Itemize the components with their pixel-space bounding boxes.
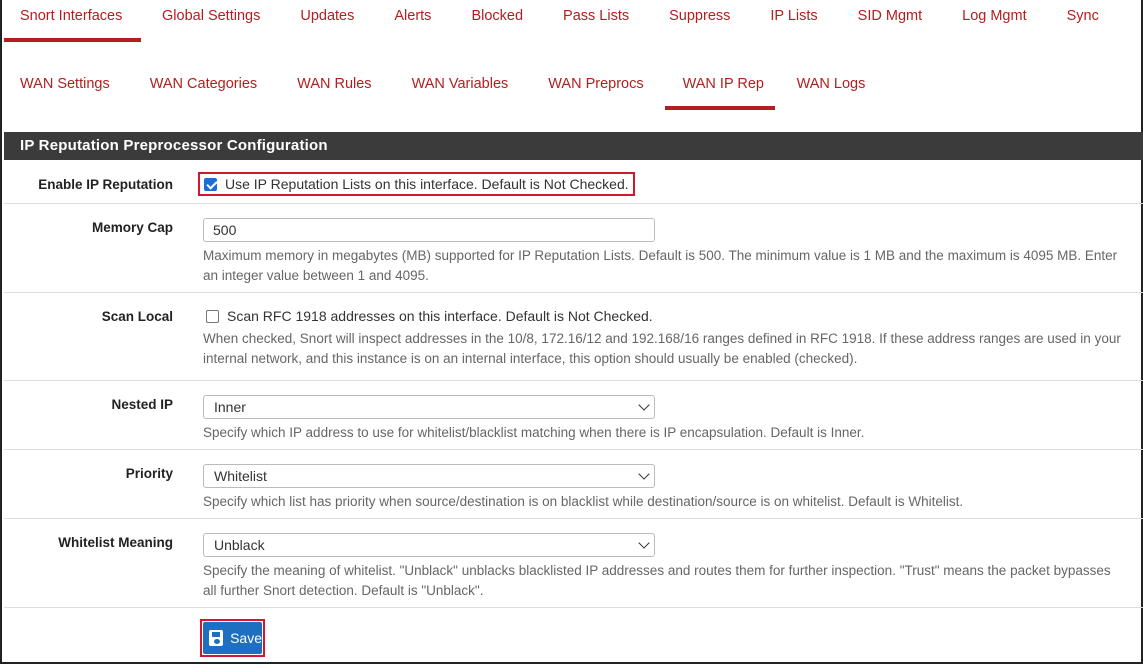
- nested-ip-select[interactable]: Inner: [203, 395, 655, 419]
- tab-label: Log Mgmt: [962, 8, 1027, 24]
- whitelist-meaning-value: Unblack: [214, 537, 265, 553]
- tab-label: Snort Interfaces: [20, 8, 123, 24]
- scan-local-line: Scan RFC 1918 addresses on this interfac…: [203, 308, 1123, 324]
- enable-ip-reputation-field: Use IP Reputation Lists on this interfac…: [198, 172, 635, 196]
- chevron-down-icon: [638, 537, 650, 549]
- nested-ip-row: Nested IP Inner Specify which IP address…: [4, 381, 1143, 450]
- tab-global-settings[interactable]: Global Settings: [162, 0, 260, 44]
- save-highlight-box: Save: [200, 619, 265, 657]
- tab-wan-categories[interactable]: WAN Categories: [150, 68, 257, 112]
- tab-label: Global Settings: [162, 8, 261, 24]
- memory-cap-row: Memory Cap 500 Maximum memory in megabyt…: [4, 204, 1143, 293]
- tab-sid-mgmt[interactable]: SID Mgmt: [858, 0, 922, 44]
- tab-label: Pass Lists: [563, 8, 630, 24]
- priority-row: Priority Whitelist Specify which list ha…: [4, 450, 1143, 519]
- tab-wan-preprocs[interactable]: WAN Preprocs: [548, 68, 643, 112]
- tab-label: WAN Settings: [20, 76, 110, 92]
- tab-wan-settings[interactable]: WAN Settings: [20, 68, 110, 112]
- tab-snort-interfaces[interactable]: Snort Interfaces: [4, 0, 141, 44]
- tab-label: WAN IP Rep: [682, 76, 764, 92]
- tab-wan-logs[interactable]: WAN Logs: [797, 68, 866, 112]
- scan-local-row: Scan Local Scan RFC 1918 addresses on th…: [4, 293, 1143, 381]
- save-label: Save: [230, 630, 262, 646]
- enable-ip-reputation-label: Enable IP Reputation: [38, 177, 173, 192]
- tab-ip-lists[interactable]: IP Lists: [770, 0, 817, 44]
- tab-alerts[interactable]: Alerts: [394, 0, 431, 44]
- whitelist-meaning-select[interactable]: Unblack: [203, 533, 655, 557]
- highlight-box: Use IP Reputation Lists on this interfac…: [198, 172, 635, 196]
- tab-blocked[interactable]: Blocked: [471, 0, 523, 44]
- chevron-down-icon: [638, 468, 650, 480]
- tab-label: Suppress: [669, 8, 731, 24]
- chevron-down-icon: [638, 399, 650, 411]
- scan-local-help: When checked, Snort will inspect address…: [203, 331, 1121, 366]
- tab-label: IP Lists: [770, 8, 818, 24]
- tab-label: WAN Variables: [411, 76, 509, 92]
- priority-label: Priority: [125, 466, 173, 481]
- tab-wan-ip-rep[interactable]: WAN IP Rep: [664, 68, 775, 112]
- whitelist-meaning-label: Whitelist Meaning: [58, 535, 173, 550]
- scan-local-checkbox[interactable]: [206, 309, 219, 323]
- memory-cap-input[interactable]: 500: [203, 218, 655, 242]
- page-frame: Snort Interfaces Global Settings Updates…: [0, 0, 1143, 664]
- tab-sync[interactable]: Sync: [1067, 0, 1099, 44]
- nested-ip-label: Nested IP: [111, 397, 173, 412]
- tab-label: WAN Logs: [796, 76, 866, 92]
- tab-label: WAN Rules: [297, 76, 372, 92]
- tab-label: WAN Preprocs: [548, 76, 644, 92]
- priority-help: Specify which list has priority when sou…: [203, 494, 964, 509]
- tab-label: WAN Categories: [149, 76, 258, 92]
- scan-local-text: Scan RFC 1918 addresses on this interfac…: [227, 308, 653, 324]
- tab-label: Blocked: [471, 8, 524, 24]
- tab-label: Sync: [1066, 8, 1099, 24]
- enable-ip-reputation-checkbox[interactable]: [204, 177, 217, 191]
- memory-cap-help: Maximum memory in megabytes (MB) support…: [203, 248, 1118, 283]
- priority-field: Whitelist Specify which list has priorit…: [203, 464, 1123, 512]
- top-tab-bar: Snort Interfaces Global Settings Updates…: [4, 0, 1139, 44]
- whitelist-meaning-field: Unblack Specify the meaning of whitelist…: [203, 533, 1123, 601]
- memory-cap-label: Memory Cap: [91, 220, 173, 235]
- priority-value: Whitelist: [214, 468, 267, 484]
- enable-ip-reputation-row: Enable IP Reputation Use IP Reputation L…: [4, 160, 1143, 204]
- whitelist-meaning-row: Whitelist Meaning Unblack Specify the me…: [4, 519, 1143, 608]
- tab-label: Updates: [300, 8, 355, 24]
- nested-ip-value: Inner: [214, 399, 246, 415]
- tab-wan-rules[interactable]: WAN Rules: [297, 68, 371, 112]
- nested-ip-help: Specify which IP address to use for whit…: [203, 425, 865, 440]
- nested-ip-field: Inner Specify which IP address to use fo…: [203, 395, 1123, 443]
- enable-ip-reputation-text: Use IP Reputation Lists on this interfac…: [225, 176, 629, 192]
- priority-select[interactable]: Whitelist: [203, 464, 655, 488]
- section-title: IP Reputation Preprocessor Configuration: [4, 132, 1143, 160]
- save-button[interactable]: Save: [203, 622, 262, 654]
- scan-local-field: Scan RFC 1918 addresses on this interfac…: [203, 308, 1123, 369]
- floppy-disk-icon: [209, 630, 224, 646]
- scan-local-label: Scan Local: [101, 309, 173, 324]
- tab-updates[interactable]: Updates: [300, 0, 354, 44]
- tab-suppress[interactable]: Suppress: [669, 0, 730, 44]
- tab-label: SID Mgmt: [857, 8, 923, 24]
- tab-wan-variables[interactable]: WAN Variables: [412, 68, 509, 112]
- tab-pass-lists[interactable]: Pass Lists: [563, 0, 629, 44]
- tab-label: Alerts: [394, 8, 432, 24]
- whitelist-meaning-help: Specify the meaning of whitelist. "Unbla…: [203, 563, 1111, 598]
- tab-log-mgmt[interactable]: Log Mgmt: [962, 0, 1026, 44]
- memory-cap-field: 500 Maximum memory in megabytes (MB) sup…: [203, 218, 1123, 286]
- interface-tab-bar: WAN Settings WAN Categories WAN Rules WA…: [4, 68, 1139, 112]
